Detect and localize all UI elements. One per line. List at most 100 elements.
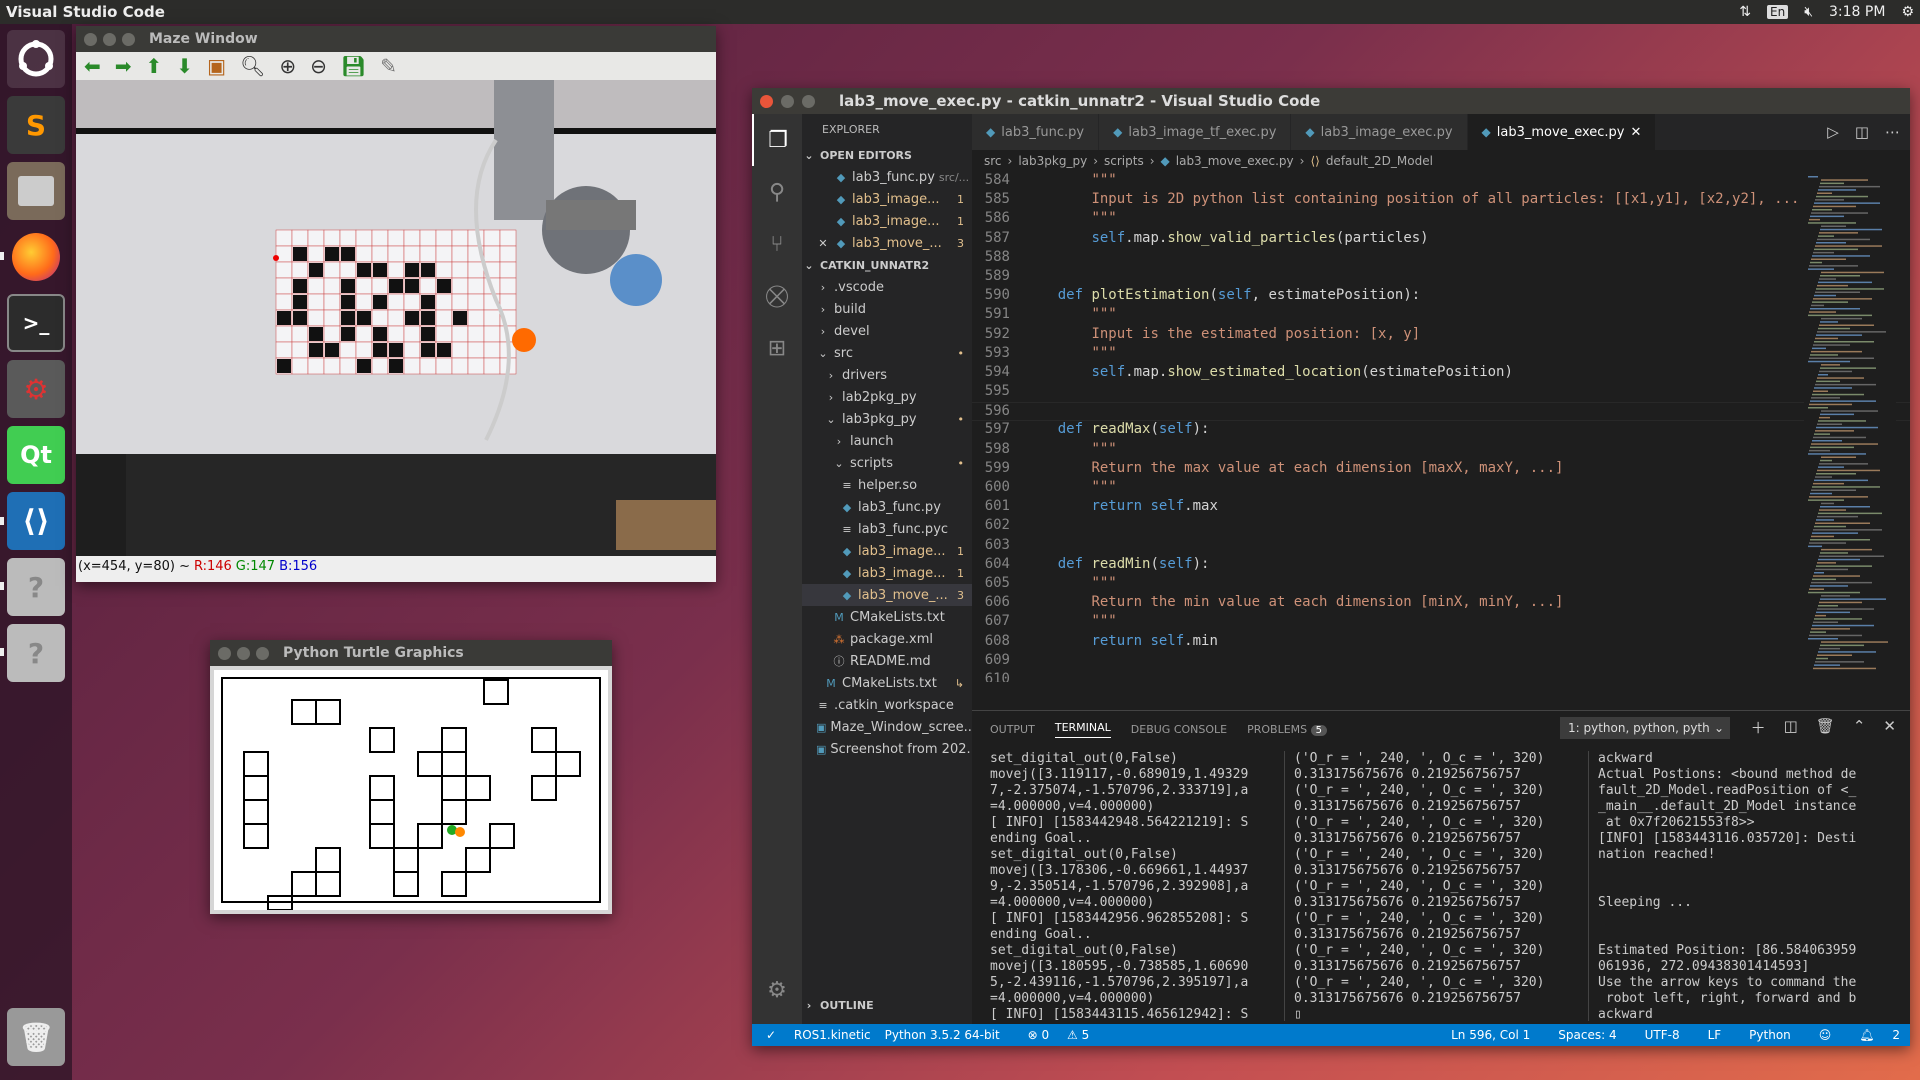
turtle-window-titlebar[interactable]: Python Turtle Graphics [210, 640, 612, 666]
more-actions-icon[interactable]: ⋯ [1885, 123, 1900, 141]
python-interpreter[interactable]: Python 3.5.2 64-bit [885, 1028, 1000, 1042]
sublime-text-icon[interactable]: S [7, 96, 65, 154]
code-line[interactable]: 592 Input is the estimated position: [x,… [972, 326, 1910, 345]
system-settings-icon[interactable]: ⚙ [7, 360, 65, 418]
arrow-down-icon[interactable]: ⬇ [176, 54, 193, 78]
code-line[interactable]: 608 return self.min [972, 633, 1910, 652]
code-line[interactable]: 585 Input is 2D python list containing p… [972, 191, 1910, 210]
image-icon[interactable]: ▣ [207, 54, 226, 78]
code-line[interactable]: 601 return self.max [972, 498, 1910, 517]
terminal-pane-3[interactable]: ackward Actual Postions: <bound method d… [1598, 751, 1898, 1035]
kill-terminal-icon[interactable]: 🗑︎ [1816, 717, 1835, 738]
code-line[interactable]: 584 """ [972, 172, 1910, 191]
workspace-section[interactable]: ⌄ CATKIN_UNNATR2 [802, 254, 972, 276]
terminal-pane-2[interactable]: ('O_r = ', 240, ', O_c = ', 320) 0.31317… [1294, 751, 1584, 1035]
encoding[interactable]: UTF-8 [1645, 1028, 1680, 1042]
line-ending[interactable]: LF [1708, 1028, 1722, 1042]
volume-icon[interactable]: 🔇︎ [1804, 4, 1813, 20]
file-tree-item[interactable]: ≡ lab3_func.pyc [802, 518, 972, 540]
maximize-icon[interactable] [256, 646, 269, 660]
file-tree-item[interactable]: ◆ lab3_func.py [802, 496, 972, 518]
minimize-icon[interactable] [781, 94, 794, 108]
file-tree-item[interactable]: ⁂ package.xml [802, 628, 972, 650]
terminal-selector[interactable]: 1: python, python, pyth ⌄ [1560, 717, 1730, 739]
file-tree-item[interactable]: ⌄ src • [802, 342, 972, 364]
code-line[interactable]: 607 """ [972, 613, 1910, 632]
file-tree-item[interactable]: › lab2pkg_py [802, 386, 972, 408]
arrow-right-icon[interactable]: ➡ [115, 54, 132, 78]
split-editor-icon[interactable]: ◫ [1855, 123, 1869, 141]
open-editors-section[interactable]: ⌄ OPEN EDITORS [802, 144, 972, 166]
terminal-icon[interactable]: >_ [7, 294, 65, 352]
files-icon[interactable] [7, 162, 65, 220]
trash-icon[interactable]: 🗑︎ [7, 1008, 65, 1066]
keyboard-layout-indicator[interactable]: En [1767, 5, 1789, 19]
tab-lab3-image-tf-exec[interactable]: ◆ lab3_image_tf_exec.py [1099, 114, 1292, 150]
indentation[interactable]: Spaces: 4 [1558, 1028, 1616, 1042]
source-control-icon[interactable]: ⑂ [752, 218, 802, 270]
firefox-icon[interactable] [7, 228, 65, 286]
ubuntu-dash-icon[interactable] [7, 30, 65, 88]
code-line[interactable]: 586 """ [972, 210, 1910, 229]
open-editor-item[interactable]: ◆ lab3_image... 1 [802, 210, 972, 232]
minimize-icon[interactable] [103, 32, 116, 46]
code-line[interactable]: 599 Return the max value at each dimensi… [972, 460, 1910, 479]
open-editor-item[interactable]: ◆ lab3_func.py src/... [802, 166, 972, 188]
tab-terminal[interactable]: TERMINAL [1054, 721, 1111, 738]
file-tree-item[interactable]: ◆ lab3_move_... 3 [802, 584, 972, 606]
file-tree-item[interactable]: ◆ lab3_image... 1 [802, 562, 972, 584]
code-line[interactable]: 590 def plotEstimation(self, estimatePos… [972, 287, 1910, 306]
save-icon[interactable]: 💾︎ [341, 54, 366, 78]
code-line[interactable]: 600 """ [972, 479, 1910, 498]
maximize-icon[interactable] [802, 94, 815, 108]
vscode-titlebar[interactable]: lab3_move_exec.py - catkin_unnatr2 - Vis… [752, 88, 1910, 114]
network-icon[interactable]: ⇅ [1739, 4, 1751, 20]
minimize-icon[interactable] [237, 646, 250, 660]
close-tab-icon[interactable]: ✕ [1630, 125, 1641, 140]
zoom-in-icon[interactable]: ⊕ [279, 54, 296, 78]
camera-view[interactable] [76, 80, 716, 556]
gear-icon[interactable]: ⚙ [752, 964, 802, 1016]
zoom-out-icon[interactable]: ⊖ [310, 54, 327, 78]
breadcrumb-item[interactable]: lab3pkg_py [1018, 154, 1087, 168]
close-icon[interactable] [760, 94, 773, 108]
language-mode[interactable]: Python [1749, 1028, 1791, 1042]
tab-problems[interactable]: PROBLEMS 5 [1247, 723, 1328, 736]
file-tree-item[interactable]: M CMakeLists.txt [802, 606, 972, 628]
code-editor[interactable]: 584 """ 585 Input is 2D python list conta… [972, 172, 1910, 682]
tab-output[interactable]: OUTPUT [990, 723, 1035, 736]
breadcrumb-item[interactable]: scripts [1104, 154, 1144, 168]
search-icon[interactable]: ⚲ [752, 166, 802, 218]
file-tree-item[interactable]: › build [802, 298, 972, 320]
code-line[interactable]: 605 """ [972, 575, 1910, 594]
code-line[interactable]: 610 [972, 671, 1910, 682]
code-line[interactable]: 587 self.map.show_valid_particles(partic… [972, 230, 1910, 249]
code-line[interactable]: 603 [972, 537, 1910, 556]
file-tree-item[interactable]: › launch [802, 430, 972, 452]
maze-window-titlebar[interactable]: Maze Window [76, 26, 716, 52]
debug-icon[interactable]: ⛒ [752, 270, 802, 322]
tab-lab3-move-exec[interactable]: ◆ lab3_move_exec.py ✕ [1467, 114, 1657, 150]
file-tree-item[interactable]: › devel [802, 320, 972, 342]
unknown-app-icon[interactable]: ? [7, 558, 65, 616]
turtle-canvas[interactable] [214, 670, 608, 911]
code-line[interactable]: 595 [972, 383, 1910, 402]
file-tree-item[interactable]: ⌄ scripts • [802, 452, 972, 474]
code-line[interactable]: 598 """ [972, 441, 1910, 460]
breadcrumb-item[interactable]: default_2D_Model [1326, 154, 1433, 168]
code-line[interactable]: 593 """ [972, 345, 1910, 364]
file-tree-item[interactable]: › drivers [802, 364, 972, 386]
tab-lab3-func[interactable]: ◆ lab3_func.py [972, 114, 1100, 150]
code-line[interactable]: 594 self.map.show_estimated_location(est… [972, 364, 1910, 383]
code-line[interactable]: 589 [972, 268, 1910, 287]
code-line[interactable]: 588 [972, 249, 1910, 268]
run-icon[interactable]: ▷ [1827, 123, 1839, 141]
explorer-icon[interactable]: ❐ [752, 114, 802, 166]
file-tree-item[interactable]: ⌄ lab3pkg_py • [802, 408, 972, 430]
extensions-icon[interactable]: ⊞ [752, 322, 802, 374]
breadcrumb-item[interactable]: src [984, 154, 1002, 168]
code-line[interactable]: 604 def readMin(self): [972, 556, 1910, 575]
file-tree-item[interactable]: ⓘ README.md [802, 650, 972, 672]
file-tree-item[interactable]: › .vscode [802, 276, 972, 298]
code-line[interactable]: 597 def readMax(self): [972, 421, 1910, 440]
